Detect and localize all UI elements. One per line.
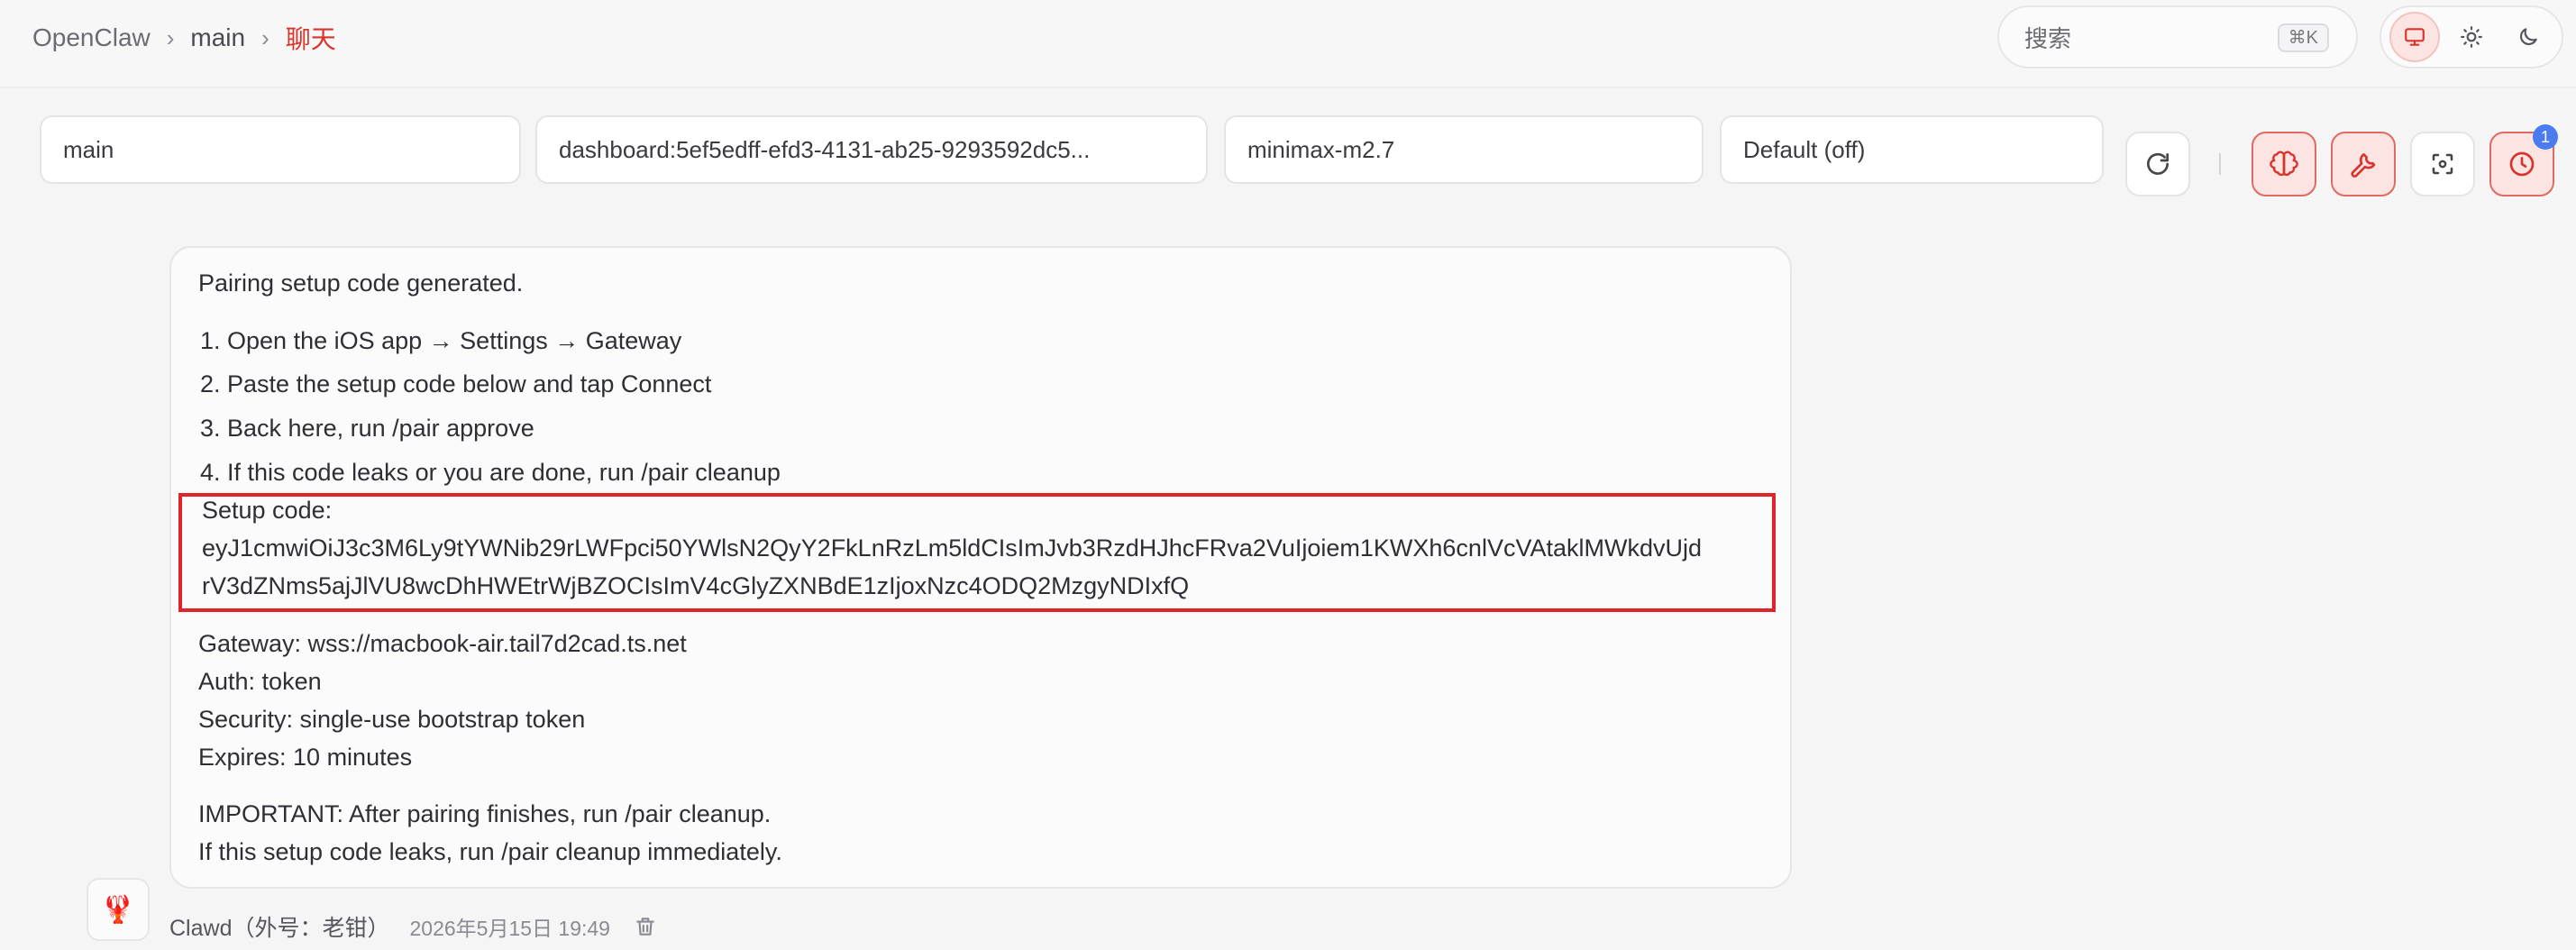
focus-mode-button[interactable] <box>2410 132 2475 196</box>
clock-icon <box>2509 151 2535 177</box>
monitor-icon <box>2405 28 2425 46</box>
step-item: 1. Open the iOS app → Settings → Gateway <box>200 327 682 354</box>
refresh-icon <box>2147 152 2169 175</box>
message-intro: Pairing setup code generated. <box>198 269 524 297</box>
search-label: 搜索 <box>2024 24 2072 52</box>
theme-dark-button[interactable] <box>2503 12 2553 62</box>
thinking-select[interactable]: Default (off) <box>1720 115 2104 184</box>
session-select[interactable]: dashboard:5ef5edff-efd3-4131-ab25-929359… <box>535 115 1208 184</box>
auth-text: Auth: token <box>198 668 322 695</box>
setup-code-label: Setup code: <box>202 497 333 524</box>
refresh-button[interactable] <box>2125 132 2190 196</box>
message-meta: Clawd（外号：老钳） 2026年5月15日 19:49 <box>169 910 657 943</box>
sender-name: Clawd（外号：老钳） <box>169 916 390 941</box>
breadcrumb: OpenClaw › main › 聊天 <box>32 20 336 56</box>
important-text: If this setup code leaks, run /pair clea… <box>198 838 782 865</box>
setup-code-line: rV3dZNms5ajJlVU8wcDhHWEtrWjBZOCIsImV4cGl… <box>202 572 1190 599</box>
breadcrumb-separator: › <box>261 23 269 51</box>
setup-code-highlight: Setup code: eyJ1cmwiOiJ3c3M6Ly9tYWNib29r… <box>178 493 1776 612</box>
breadcrumb-current: 聊天 <box>285 25 336 53</box>
theme-switcher <box>2380 5 2563 69</box>
moon-icon <box>2519 28 2537 46</box>
theme-system-button[interactable] <box>2389 12 2441 62</box>
step-item: 3. Back here, run /pair approve <box>200 415 534 442</box>
search-shortcut: ⌘K <box>2277 23 2329 52</box>
search-input[interactable]: 搜索 ⌘K <box>1997 5 2358 69</box>
breadcrumb-main[interactable]: main <box>190 23 245 52</box>
theme-light-button[interactable] <box>2446 12 2497 62</box>
message-timestamp: 2026年5月15日 19:49 <box>409 917 610 940</box>
trash-icon <box>636 918 654 936</box>
model-select[interactable]: minimax-m2.7 <box>1224 115 1704 184</box>
top-bar: OpenClaw › main › 聊天 搜索 ⌘K <box>0 0 2576 88</box>
toolbar-divider <box>2219 153 2221 175</box>
thinking-toggle-button[interactable] <box>2252 132 2316 196</box>
setup-code-line: eyJ1cmwiOiJ3c3M6Ly9tYWNib29rLWFpci50YWls… <box>202 534 1702 562</box>
tools-toggle-button[interactable] <box>2331 132 2396 196</box>
expires-text: Expires: 10 minutes <box>198 744 413 771</box>
step-item: 2. Paste the setup code below and tap Co… <box>200 370 712 397</box>
scheduled-button[interactable]: 1 <box>2489 124 2558 196</box>
breadcrumb-openclaw[interactable]: OpenClaw <box>32 23 151 52</box>
focus-icon <box>2432 153 2453 175</box>
delete-message-button[interactable] <box>634 915 657 938</box>
brain-icon <box>2270 151 2298 177</box>
breadcrumb-separator: › <box>166 23 175 51</box>
agent-select[interactable]: main <box>40 115 521 184</box>
gateway-text: Gateway: wss://macbook-air.tail7d2cad.ts… <box>198 630 687 657</box>
security-text: Security: single-use bootstrap token <box>198 706 586 733</box>
step-item: 4. If this code leaks or you are done, r… <box>200 459 781 486</box>
notification-badge: 1 <box>2533 124 2558 150</box>
wrench-icon <box>2351 153 2376 178</box>
sun-icon <box>2461 26 2482 48</box>
assistant-message: Pairing setup code generated. 1. Open th… <box>169 246 1792 889</box>
assistant-avatar: 🦞 <box>87 878 150 941</box>
important-text: IMPORTANT: After pairing finishes, run /… <box>198 800 772 827</box>
